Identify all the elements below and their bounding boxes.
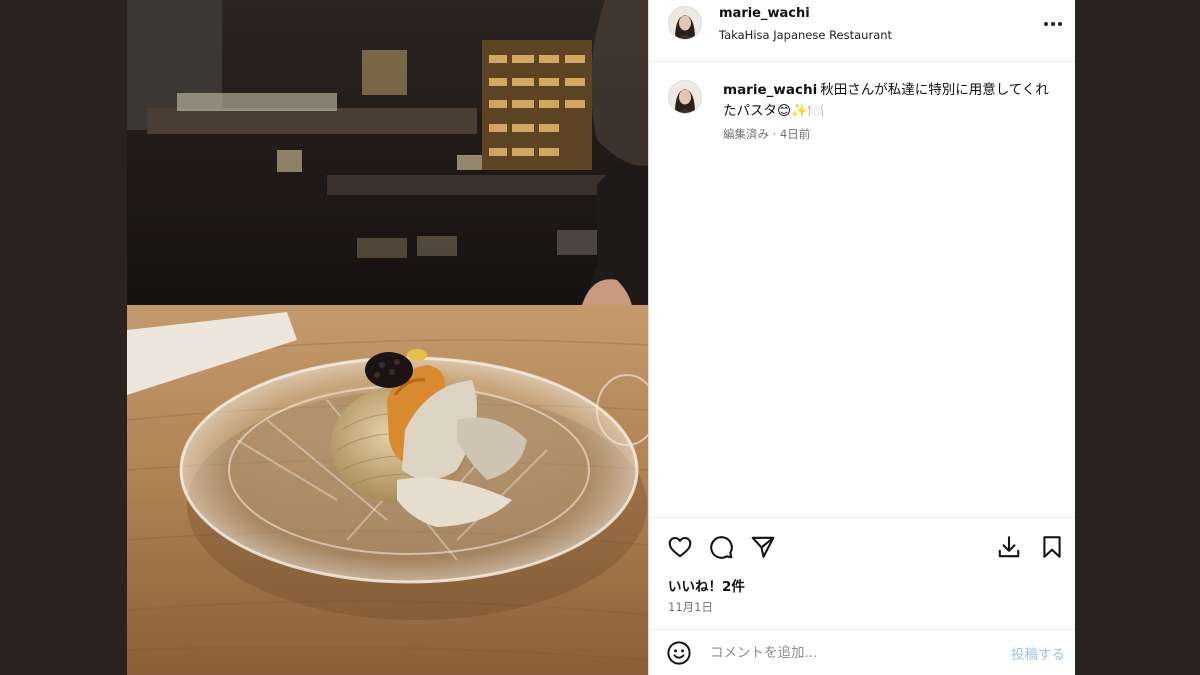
heart-icon bbox=[668, 536, 692, 558]
emoji-button[interactable] bbox=[666, 640, 692, 666]
like-count[interactable]: いいね！2件 bbox=[668, 575, 745, 595]
post-username[interactable]: marie_wachi bbox=[719, 6, 810, 21]
caption-emojis: 😊✨🍽️ bbox=[777, 103, 825, 119]
bookmark-icon bbox=[1043, 536, 1061, 558]
like-button[interactable] bbox=[667, 534, 693, 560]
pasta-photo-illustration bbox=[127, 0, 648, 675]
caption-username[interactable]: marie_wachi bbox=[723, 82, 817, 98]
caption-text: marie_wachi 秋田さんが私達に特別に用意してくれたパスタ😊✨🍽️ bbox=[723, 80, 1053, 122]
send-icon bbox=[751, 536, 775, 558]
post-location[interactable]: TakaHisa Japanese Restaurant bbox=[719, 28, 892, 42]
comment-icon bbox=[710, 536, 733, 559]
smiley-icon bbox=[667, 641, 691, 665]
user-portrait-icon bbox=[669, 7, 701, 39]
comment-button[interactable] bbox=[708, 534, 734, 560]
user-portrait-icon bbox=[669, 81, 701, 113]
post-photo[interactable] bbox=[127, 0, 648, 675]
post-comment-button[interactable]: 投稿する bbox=[1011, 643, 1065, 663]
comment-bar: 投稿する bbox=[649, 629, 1075, 675]
more-options-button[interactable] bbox=[1041, 12, 1065, 36]
instagram-post-modal: marie_wachi TakaHisa Japanese Restaurant… bbox=[127, 0, 1075, 675]
post-date: 11月1日 bbox=[668, 600, 713, 614]
download-button[interactable] bbox=[996, 534, 1022, 560]
share-button[interactable] bbox=[750, 534, 776, 560]
caption-meta: 編集済み · 4日前 bbox=[723, 127, 811, 141]
save-button[interactable] bbox=[1039, 534, 1065, 560]
post-header: marie_wachi TakaHisa Japanese Restaurant bbox=[649, 0, 1075, 62]
avatar[interactable] bbox=[668, 80, 702, 114]
action-bar: いいね！2件 11月1日 bbox=[649, 517, 1075, 629]
more-dot bbox=[1051, 22, 1055, 26]
more-dot bbox=[1058, 22, 1062, 26]
post-details-panel: marie_wachi TakaHisa Japanese Restaurant… bbox=[648, 0, 1075, 675]
avatar[interactable] bbox=[668, 6, 702, 40]
download-icon bbox=[998, 536, 1020, 558]
comment-input[interactable] bbox=[710, 642, 990, 664]
more-dot bbox=[1044, 22, 1048, 26]
